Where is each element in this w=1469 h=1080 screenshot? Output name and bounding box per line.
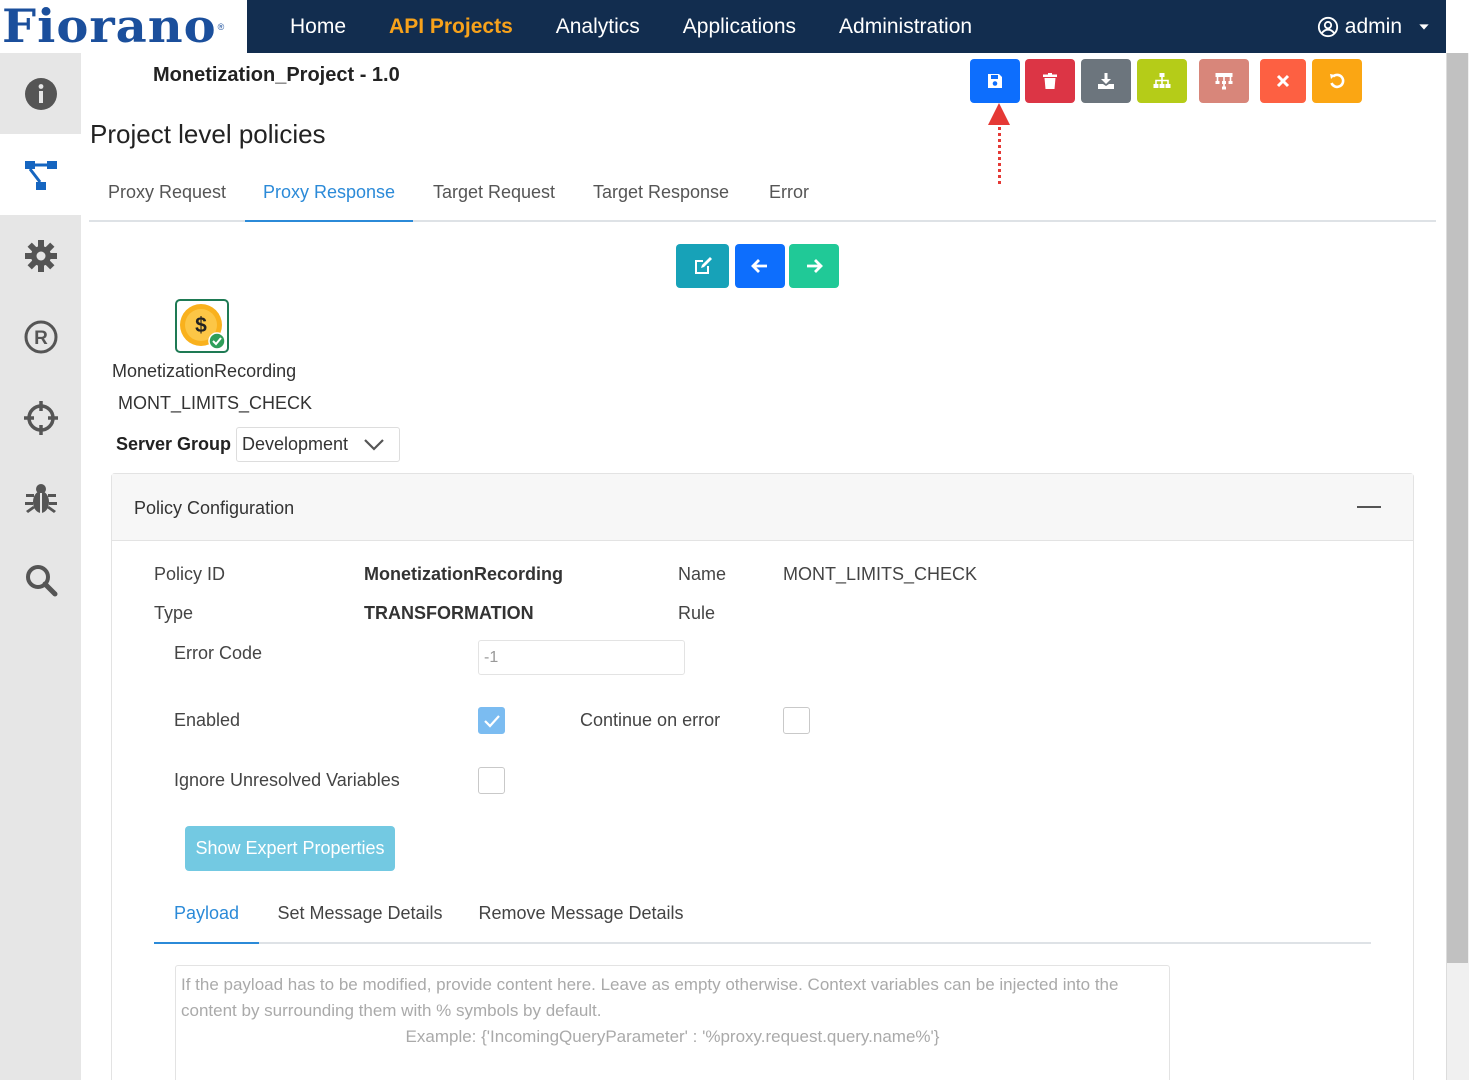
error-code-input[interactable]: -1 — [478, 640, 685, 675]
sidebar-item-flow[interactable] — [0, 134, 81, 215]
bug-icon — [24, 483, 57, 513]
collapse-icon[interactable] — [1357, 506, 1381, 508]
svg-text:R: R — [34, 328, 48, 349]
search-icon — [25, 564, 57, 596]
tab-set-message-details[interactable]: Set Message Details — [259, 890, 461, 944]
edit-icon — [694, 257, 712, 274]
continue-on-error-checkbox[interactable] — [783, 707, 810, 734]
ignore-unresolved-checkbox[interactable] — [478, 767, 505, 794]
project-title: Monetization_Project - 1.0 — [153, 64, 400, 86]
ignore-unresolved-label: Ignore Unresolved Variables — [174, 770, 400, 790]
arrow-left-icon — [751, 259, 767, 273]
tab-target-response[interactable]: Target Response — [575, 170, 747, 222]
policy-id-value: MonetizationRecording — [364, 564, 563, 584]
delete-button[interactable] — [1025, 59, 1075, 103]
hierarchy-button[interactable] — [1137, 59, 1187, 103]
fiorano-logo[interactable]: Fiorano ® — [0, 0, 247, 53]
trash-icon — [1043, 73, 1057, 89]
tree-icon — [1215, 73, 1233, 90]
chevron-down-icon — [364, 439, 384, 451]
enabled-label: Enabled — [174, 710, 241, 730]
sidebar-item-search[interactable] — [0, 539, 81, 620]
policy-node-type-label: MonetizationRecording — [112, 361, 297, 381]
page-title: Project level policies — [90, 119, 326, 149]
server-group-value: Development — [242, 434, 349, 454]
name-label: Name — [678, 564, 727, 584]
nav-administration[interactable]: Administration — [839, 15, 972, 39]
registered-icon: R — [24, 320, 57, 353]
payload-textarea[interactable]: If the payload has to be modified, provi… — [175, 965, 1170, 1080]
crosshair-icon — [23, 400, 58, 435]
policy-node-monetization[interactable]: $ — [175, 299, 229, 353]
tree-button[interactable] — [1199, 59, 1249, 103]
payload-placeholder-text: If the payload has to be modified, provi… — [181, 975, 1119, 1020]
gear-icon — [24, 239, 57, 272]
dollar-coin-icon: $ — [180, 304, 226, 350]
user-menu[interactable]: admin — [1317, 0, 1432, 53]
info-icon — [24, 77, 57, 110]
save-button[interactable] — [970, 59, 1020, 103]
sitemap-icon — [1153, 73, 1171, 88]
top-navigation: Home API Projects Analytics Applications… — [247, 0, 1446, 53]
checkmark-icon — [483, 714, 500, 728]
name-value: MONT_LIMITS_CHECK — [783, 564, 978, 584]
edit-button[interactable] — [676, 244, 729, 288]
sidebar-item-debug[interactable] — [0, 458, 81, 539]
policy-id-label: Policy ID — [154, 564, 226, 584]
server-group-select[interactable]: Development — [236, 427, 400, 462]
close-icon — [1276, 74, 1290, 88]
enabled-checkbox[interactable] — [478, 707, 505, 734]
payload-placeholder-example: Example: {'IncomingQueryParameter' : '%p… — [405, 1027, 940, 1046]
logo-text: Fiorano — [2, 0, 217, 54]
save-icon — [988, 74, 1002, 88]
policy-configuration-title: Policy Configuration — [134, 498, 295, 518]
flow-icon — [24, 160, 57, 190]
type-label: Type — [154, 603, 194, 623]
user-circle-icon — [1317, 16, 1338, 37]
tab-proxy-response[interactable]: Proxy Response — [245, 170, 413, 222]
error-code-label: Error Code — [174, 643, 263, 663]
policy-phase-tabs: Proxy Request Proxy Response Target Requ… — [89, 170, 1436, 222]
undo-icon — [1330, 73, 1345, 89]
nav-analytics[interactable]: Analytics — [556, 15, 640, 39]
payload-tabs: Payload Set Message Details Remove Messa… — [154, 890, 1371, 944]
download-button[interactable] — [1081, 59, 1131, 103]
tab-proxy-request[interactable]: Proxy Request — [89, 170, 245, 222]
registered-mark-icon: ® — [217, 21, 225, 32]
undo-button[interactable] — [1312, 59, 1362, 103]
arrow-right-icon — [807, 259, 823, 273]
tab-error[interactable]: Error — [747, 170, 831, 222]
sidebar-item-target[interactable] — [0, 377, 81, 458]
scrollbar-thumb[interactable] — [1447, 53, 1468, 963]
sidebar: R — [0, 53, 81, 1080]
move-left-button[interactable] — [735, 244, 785, 288]
nav-applications[interactable]: Applications — [683, 15, 796, 39]
show-expert-properties-button[interactable]: Show Expert Properties — [185, 826, 395, 871]
continue-on-error-label: Continue on error — [580, 710, 721, 730]
nav-home[interactable]: Home — [290, 15, 346, 39]
policy-configuration-header[interactable]: Policy Configuration — [112, 474, 1413, 541]
close-button[interactable] — [1260, 59, 1306, 103]
tab-payload[interactable]: Payload — [154, 890, 259, 944]
policy-node-name-label: MONT_LIMITS_CHECK — [118, 393, 313, 413]
download-icon — [1098, 73, 1114, 89]
server-group-label: Server Group — [116, 434, 232, 454]
sidebar-item-info[interactable] — [0, 53, 81, 134]
caret-down-icon — [1419, 23, 1429, 30]
rule-label: Rule — [678, 603, 716, 623]
tab-target-request[interactable]: Target Request — [413, 170, 575, 222]
tab-remove-message-details[interactable]: Remove Message Details — [461, 890, 701, 944]
type-value: TRANSFORMATION — [364, 603, 534, 623]
svg-text:$: $ — [195, 314, 207, 337]
sidebar-item-settings[interactable] — [0, 215, 81, 296]
sidebar-item-registry[interactable]: R — [0, 296, 81, 377]
user-name: admin — [1344, 14, 1402, 38]
nav-api-projects[interactable]: API Projects — [389, 15, 513, 39]
move-right-button[interactable] — [789, 244, 839, 288]
